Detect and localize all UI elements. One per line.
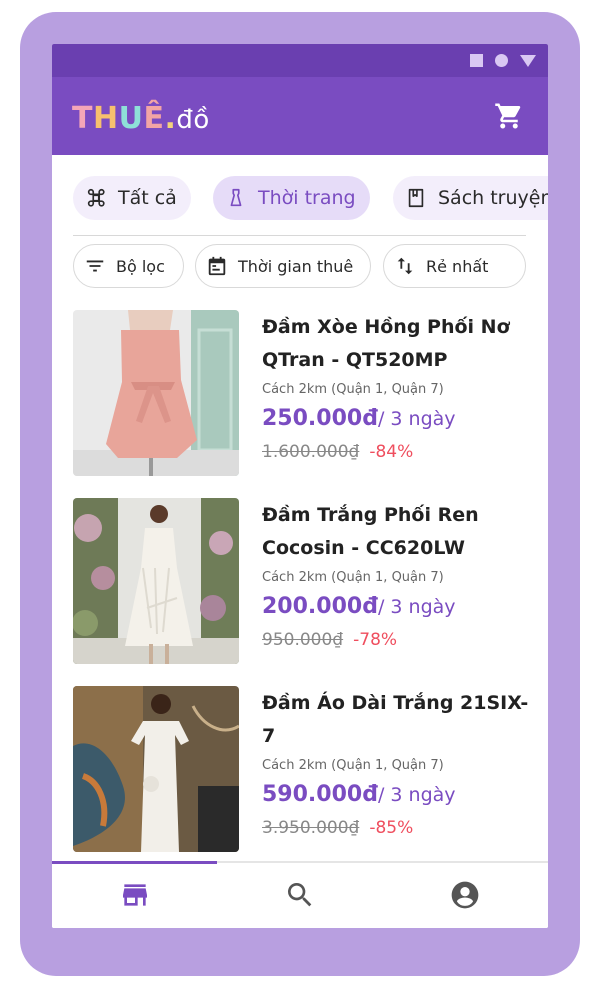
discount-badge: -85% [369, 818, 414, 838]
product-image[interactable] [73, 686, 239, 852]
circle-status-icon [495, 54, 508, 67]
logo-letter: Ê [143, 101, 165, 136]
product-distance: Cách 2km (Quận 1, Quận 7) [262, 570, 444, 585]
logo-letter: T [72, 101, 93, 136]
price-row: 200.000đ/ 3 ngày [262, 594, 532, 621]
status-bar [52, 44, 548, 77]
category-label: Tất cả [118, 187, 177, 209]
price-row: 250.000đ/ 3 ngày [262, 406, 532, 433]
sort-icon [397, 257, 413, 275]
product-image[interactable] [73, 498, 239, 664]
product-card[interactable]: Đầm Xòe Hồng Phối Nơ QTran - QT520MP Các… [73, 310, 543, 476]
rental-period: / 3 ngày [377, 408, 456, 430]
original-price: 950.000₫ [262, 630, 344, 650]
product-price: 200.000đ [262, 594, 378, 619]
old-price-row: 1.600.000₫ -84% [262, 441, 532, 463]
book-icon [408, 188, 424, 208]
product-title[interactable]: Đầm Xòe Hồng Phối Nơ QTran - QT520MP [262, 311, 532, 377]
rental-period: / 3 ngày [377, 784, 456, 806]
product-distance: Cách 2km (Quận 1, Quận 7) [262, 382, 444, 397]
filter-bar: Bộ lọc Thời gian thuê Rẻ nhất [52, 244, 548, 290]
product-info: Đầm Áo Dài Trắng 21SIX-7 Cách 2km (Quận … [262, 686, 532, 839]
price-row: 590.000đ/ 3 ngày [262, 782, 532, 809]
rental-period: / 3 ngày [377, 596, 456, 618]
product-info: Đầm Xòe Hồng Phối Nơ QTran - QT520MP Các… [262, 310, 532, 463]
store-icon[interactable] [119, 879, 151, 911]
square-status-icon [470, 54, 483, 67]
product-distance: Cách 2km (Quận 1, Quận 7) [262, 758, 444, 773]
product-card[interactable]: Đầm Áo Dài Trắng 21SIX-7 Cách 2km (Quận … [73, 686, 543, 852]
filter-icon [86, 260, 104, 272]
active-tab-indicator [52, 861, 217, 864]
search-icon[interactable] [284, 879, 316, 911]
category-books[interactable]: Sách truyện [393, 176, 548, 220]
category-label: Thời trang [258, 187, 356, 209]
product-title[interactable]: Đầm Trắng Phối Ren Cocosin - CC620LW [262, 499, 532, 565]
product-title[interactable]: Đầm Áo Dài Trắng 21SIX-7 [262, 687, 532, 753]
original-price: 3.950.000₫ [262, 818, 360, 838]
app-logo[interactable]: THUÊ.đồ [72, 102, 210, 137]
dress-icon [230, 188, 242, 207]
product-info: Đầm Trắng Phối Ren Cocosin - CC620LW Các… [262, 498, 532, 651]
old-price-row: 950.000₫ -78% [262, 629, 532, 651]
category-label: Sách truyện [438, 187, 548, 209]
logo-letter: U [118, 101, 144, 136]
logo-letter: H [92, 101, 119, 136]
shopping-cart-icon[interactable] [494, 101, 524, 131]
logo-dot: . [164, 101, 177, 136]
rental-time-label: Thời gian thuê [238, 256, 354, 276]
filter-label: Bộ lọc [116, 256, 165, 276]
grid-command-icon [87, 188, 105, 207]
account-icon[interactable] [449, 879, 481, 911]
product-image[interactable] [73, 310, 239, 476]
divider [73, 235, 526, 236]
product-card[interactable]: Đầm Trắng Phối Ren Cocosin - CC620LW Các… [73, 498, 543, 664]
sort-cheapest-button[interactable]: Rẻ nhất [383, 244, 526, 288]
old-price-row: 3.950.000₫ -85% [262, 817, 532, 839]
category-fashion[interactable]: Thời trang [213, 176, 370, 220]
signal-status-icon [520, 54, 536, 67]
sort-label: Rẻ nhất [426, 256, 489, 276]
product-price: 590.000đ [262, 782, 378, 807]
original-price: 1.600.000₫ [262, 442, 360, 462]
bottom-navigation [52, 861, 548, 928]
rental-time-button[interactable]: Thời gian thuê [195, 244, 371, 288]
calendar-icon [208, 256, 226, 276]
app-bar: THUÊ.đồ [52, 77, 548, 155]
logo-suffix: đồ [176, 105, 210, 135]
discount-badge: -84% [369, 442, 414, 462]
category-bar: Tất cả Thời trang Sách truyện [52, 174, 548, 222]
category-all[interactable]: Tất cả [73, 176, 191, 220]
filter-button[interactable]: Bộ lọc [73, 244, 184, 288]
product-price: 250.000đ [262, 406, 378, 431]
discount-badge: -78% [353, 630, 398, 650]
app-screen: THUÊ.đồ Tất cả Thời trang Sách truyện Bộ… [52, 44, 548, 928]
